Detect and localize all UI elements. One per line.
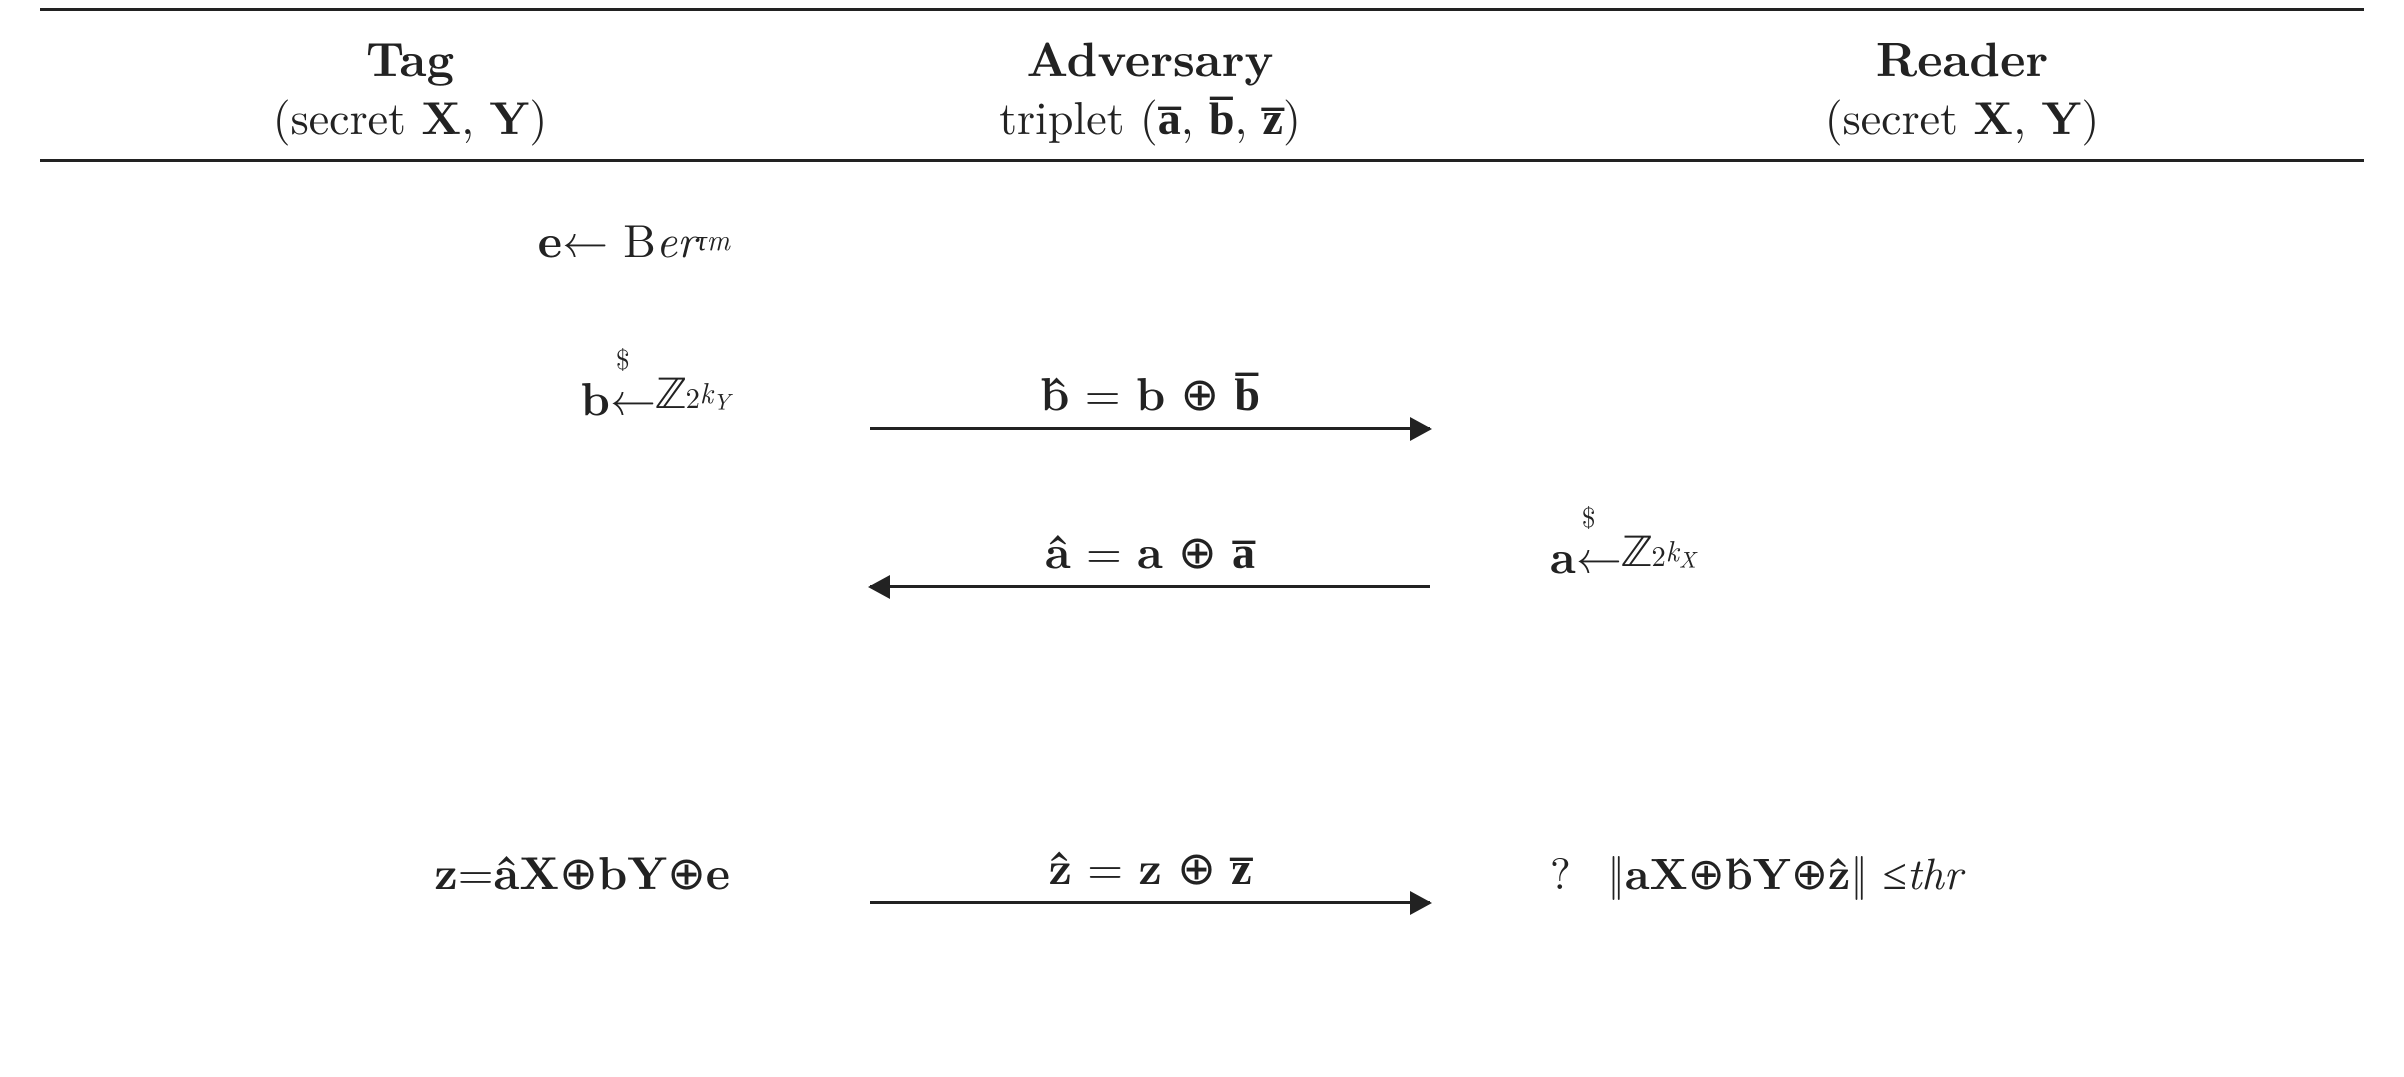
reader-a-sample: a ←$ ℤ2kX (1550, 500, 1696, 610)
col-title: Reader (1520, 27, 2404, 87)
protocol-body: e ← Berτm b ←$ ℤ2kY z = âX ⊕ bY ⊕ e b̂ =… (40, 184, 2364, 926)
msg-z-forward: ẑ = z ⊕ z̅ (870, 816, 1430, 926)
reader-column: a ←$ ℤ2kX ? ‖aX ⊕ b̂Y ⊕ ẑ‖ ≤ thr (1520, 184, 2404, 926)
col-title: Adversary (780, 27, 1520, 87)
tag-e-sample: e ← Berτm (538, 184, 730, 294)
col-subtitle: triplet (a̅, b̅, z̅) (780, 87, 1520, 145)
col-header-adversary: Adversary triplet (a̅, b̅, z̅) (780, 19, 1520, 151)
col-header-reader: Reader (secret X, Y) (1520, 19, 2404, 151)
arrow-label: â = a ⊕ a̅ (1045, 521, 1255, 585)
msg-a-backward: â = a ⊕ a̅ (870, 500, 1430, 610)
col-header-tag: Tag (secret X, Y) (40, 19, 780, 151)
header-row: Tag (secret X, Y) Adversary triplet (a̅,… (40, 19, 2364, 151)
col-subtitle: (secret X, Y) (40, 87, 780, 145)
arrow-right-icon (870, 427, 1430, 430)
tag-z-def: z = âX ⊕ bY ⊕ e (434, 816, 730, 926)
col-title: Tag (40, 27, 780, 87)
top-rule (40, 8, 2364, 11)
tag-column: e ← Berτm b ←$ ℤ2kY z = âX ⊕ bY ⊕ e (40, 184, 780, 926)
protocol-figure: Tag (secret X, Y) Adversary triplet (a̅,… (0, 8, 2404, 1077)
arrow-label: b̂ = b ⊕ b̅ (1040, 363, 1260, 427)
mid-rule (40, 159, 2364, 162)
tag-b-sample: b ←$ ℤ2kY (580, 342, 730, 452)
arrow-left-icon (870, 585, 1430, 588)
adversary-column: b̂ = b ⊕ b̅ â = a ⊕ a̅ ẑ = z ⊕ z̅ (780, 184, 1520, 926)
arrow-right-icon (870, 901, 1430, 904)
msg-b-forward: b̂ = b ⊕ b̅ (870, 342, 1430, 452)
reader-check: ? ‖aX ⊕ b̂Y ⊕ ẑ‖ ≤ thr (1550, 816, 1962, 926)
arrow-label: ẑ = z ⊕ z̅ (1048, 837, 1251, 901)
col-subtitle: (secret X, Y) (1520, 87, 2404, 145)
